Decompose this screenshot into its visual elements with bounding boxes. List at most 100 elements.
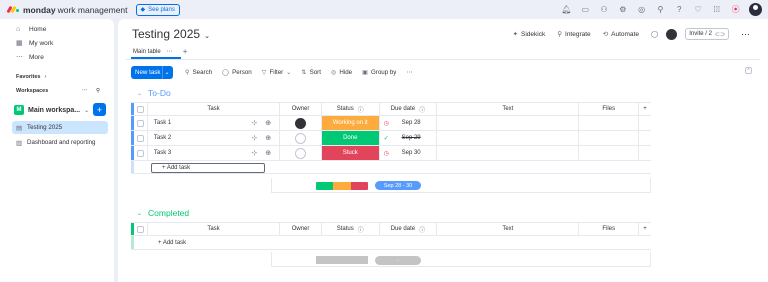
due-date-summary[interactable]: - [375, 256, 421, 265]
task-cell[interactable]: Task 3 ⊹ ⊕ [148, 146, 281, 160]
product-switcher-icon[interactable]: ⦿ [726, 4, 745, 15]
column-status[interactable]: Status ⓘ [322, 223, 380, 235]
task-cell[interactable]: Task 2 ⊹ ⊕ [148, 131, 281, 145]
filter-button[interactable]: ▽ Filter ⌄ [262, 69, 292, 76]
see-plans-button[interactable]: ◆ See plans [135, 3, 180, 16]
column-text[interactable]: Text [437, 223, 580, 235]
search-icon[interactable]: ⚲ [651, 5, 670, 14]
comment-icon[interactable]: ◯ [651, 30, 658, 38]
column-owner[interactable]: Owner [280, 103, 322, 115]
table-row[interactable]: Task 1 ⊹ ⊕ Working on it ◷ Sep 28 [131, 116, 651, 131]
board-title[interactable]: Testing 2025 ⌄ [132, 27, 210, 41]
group-title-to-do[interactable]: ⌄ To-Do [137, 88, 171, 98]
new-task-button[interactable]: New task ⌄ [131, 66, 173, 79]
monday-logo[interactable]: monday work management [6, 5, 128, 15]
column-due-date[interactable]: Due date ⓘ [380, 223, 438, 235]
integrate-button[interactable]: ⚲ Integrate [557, 30, 590, 39]
chevron-down-icon[interactable]: ⌄ [137, 210, 142, 217]
column-text[interactable]: Text [437, 103, 580, 115]
add-view-icon[interactable]: + [183, 47, 188, 56]
status-cell[interactable]: Stuck [321, 146, 380, 160]
add-task-input[interactable]: + Add task [148, 236, 186, 249]
table-row[interactable]: Task 3 ⊹ ⊕ Stuck ◷ Sep 30 [131, 146, 651, 161]
due-date-cell[interactable]: ◷ Sep 30 [380, 146, 438, 160]
due-date-cell[interactable]: ◷ Sep 28 [380, 116, 438, 130]
due-date-summary[interactable]: Sep 28 - 30 [375, 181, 421, 190]
favorites-section[interactable]: Favorites › [0, 70, 114, 84]
conversation-icon[interactable]: ⊕ [265, 134, 271, 142]
text-cell[interactable] [437, 146, 580, 160]
column-owner[interactable]: Owner [280, 223, 322, 235]
invite-button[interactable]: Invite / 2 ⊂⊃ [685, 28, 729, 40]
automate-button[interactable]: ⟲ Automate [603, 30, 639, 39]
subitems-icon[interactable]: ⊹ [251, 149, 257, 157]
text-cell[interactable] [437, 131, 580, 145]
files-cell[interactable] [579, 116, 640, 130]
tab-main-table[interactable]: Main table ⋯ + [133, 47, 187, 56]
status-summary-bar[interactable] [316, 256, 368, 264]
row-checkbox[interactable] [134, 131, 148, 145]
row-checkbox[interactable] [134, 146, 148, 160]
owner-cell[interactable] [280, 146, 322, 160]
sidebar-board-testing-2025[interactable]: ▤ Testing 2025 [12, 121, 108, 134]
status-cell[interactable]: Done [321, 131, 380, 145]
hide-button[interactable]: ◎ Hide [331, 69, 352, 76]
person-filter-button[interactable]: ◯ Person [222, 69, 252, 76]
chevron-down-icon[interactable]: ⌄ [137, 90, 142, 97]
workspace-selector[interactable]: M Main workspa... ⌄ + [14, 103, 106, 117]
info-icon[interactable]: ⓘ [419, 225, 425, 234]
subitems-icon[interactable]: ⊹ [251, 134, 257, 142]
row-checkbox[interactable] [134, 116, 148, 130]
search-icon[interactable]: ⚲ [96, 88, 100, 94]
info-icon[interactable]: ⓘ [419, 105, 425, 114]
more-options-icon[interactable]: ⋯ [406, 69, 412, 76]
collapse-header-icon[interactable]: ⌃ [745, 67, 752, 74]
sidebar-item-my-work[interactable]: ▦ My work [0, 36, 114, 50]
status-cell[interactable]: Working on it [321, 116, 380, 130]
conversation-icon[interactable]: ⊕ [265, 149, 271, 157]
files-cell[interactable] [579, 131, 640, 145]
files-cell[interactable] [579, 146, 640, 160]
add-task-input[interactable]: + Add task [151, 163, 265, 173]
add-workspace-button[interactable]: + [93, 103, 106, 116]
owner-cell[interactable] [280, 131, 322, 145]
column-status[interactable]: Status ⓘ [322, 103, 380, 115]
help-icon[interactable]: ? [670, 5, 689, 14]
sidebar-board-dashboard[interactable]: ▥ Dashboard and reporting [12, 136, 108, 149]
group-title-completed[interactable]: ⌄ Completed [137, 208, 189, 218]
select-all-checkbox[interactable] [134, 103, 148, 115]
chevron-down-icon[interactable]: ⌄ [162, 66, 171, 79]
status-summary-bar[interactable] [316, 182, 368, 190]
subitems-icon[interactable]: ⊹ [251, 119, 257, 127]
table-row[interactable]: Task 2 ⊹ ⊕ Done ✓ Sep 29 [131, 131, 651, 146]
task-cell[interactable]: Task 1 ⊹ ⊕ [148, 116, 281, 130]
search-button[interactable]: ⚲ Search [185, 69, 212, 76]
sidebar-item-home[interactable]: ⌂ Home [0, 22, 114, 36]
more-options-icon[interactable]: ⋯ [167, 48, 173, 55]
info-icon[interactable]: ⓘ [358, 225, 364, 234]
due-date-cell[interactable]: ✓ Sep 29 [380, 131, 438, 145]
user-avatar[interactable] [749, 3, 762, 16]
info-icon[interactable]: ⓘ [358, 105, 364, 114]
sidebar-item-more[interactable]: ⋯ More [0, 50, 114, 64]
column-task[interactable]: Task [148, 103, 281, 115]
owner-avatar[interactable] [666, 28, 678, 40]
sidekick-button[interactable]: ✦ Sidekick [513, 30, 546, 39]
heart-icon[interactable]: ♡ [689, 5, 708, 14]
column-files[interactable]: Files [579, 103, 640, 115]
more-options-icon[interactable]: ⋯ [741, 29, 750, 40]
more-options-icon[interactable]: ⋯ [82, 88, 88, 94]
text-cell[interactable] [437, 116, 580, 130]
inbox-icon[interactable]: ▭ [576, 5, 595, 14]
conversation-icon[interactable]: ⊕ [265, 119, 271, 127]
add-column-icon[interactable]: + [639, 103, 651, 115]
integrations-icon[interactable]: ◎ [632, 5, 651, 14]
column-files[interactable]: Files [579, 223, 640, 235]
select-all-checkbox[interactable] [134, 223, 148, 235]
owner-cell[interactable] [280, 116, 322, 130]
add-column-icon[interactable]: + [639, 223, 651, 235]
group-by-button[interactable]: ▣ Group by [362, 69, 396, 76]
invite-members-icon[interactable]: ⚇ [595, 5, 614, 14]
app-grid-icon[interactable]: ⁞⁞⁞ [707, 5, 726, 14]
bell-icon[interactable]: 🔔︎ [557, 5, 576, 14]
